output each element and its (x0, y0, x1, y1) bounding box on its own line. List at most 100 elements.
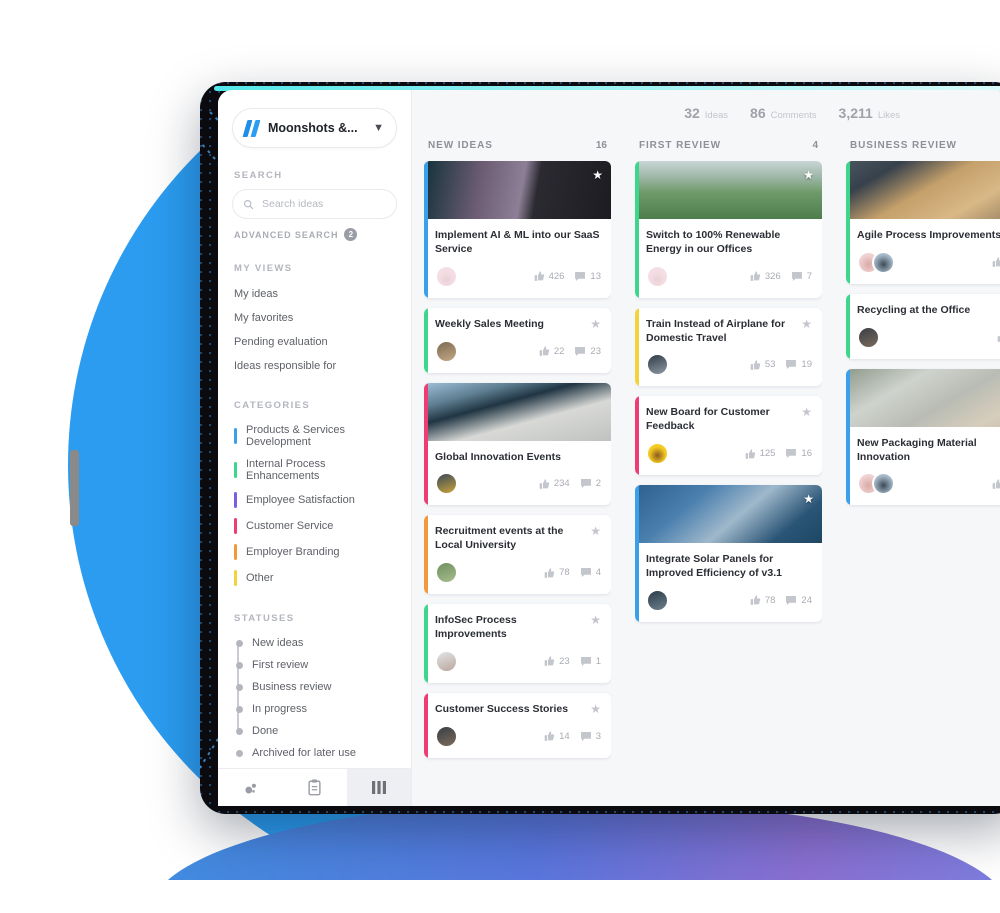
sidebar-item-my-ideas[interactable]: My ideas (232, 282, 397, 306)
search-icon (243, 199, 254, 209)
ideas-tab[interactable] (218, 769, 282, 806)
sidebar-item-my-favorites[interactable]: My favorites (232, 306, 397, 330)
thumbs-up-icon (539, 479, 549, 489)
avatar (646, 588, 669, 612)
favorite-star-icon[interactable]: ★ (590, 318, 601, 330)
card-title: Recycling at the Office (857, 303, 971, 316)
thumbs-up-icon (544, 656, 555, 667)
card-footer: 78 4 (424, 553, 611, 594)
favorite-star-icon[interactable]: ★ (590, 525, 601, 537)
sidebar-category-item[interactable]: Other (232, 565, 397, 591)
favorite-star-icon[interactable]: ★ (803, 492, 814, 506)
sidebar-category-item[interactable]: Employee Satisfaction (232, 487, 397, 513)
idea-card[interactable]: Recycling at the Office★ 32 (846, 293, 1000, 359)
card-title-row: New Board for Customer Feedback ★ (646, 406, 812, 434)
sidebar-item-pending-evaluation[interactable]: Pending evaluation (232, 330, 397, 354)
sidebar-status-item[interactable]: First review (234, 654, 397, 676)
idea-card[interactable]: Agile Process Improvements 122 (846, 161, 1000, 284)
idea-card[interactable]: Train Instead of Airplane for Domestic T… (635, 307, 822, 387)
card-metrics: 332 (991, 478, 1000, 490)
column-cards: ★ Switch to 100% Renewable Energy in our … (635, 161, 822, 806)
idea-card[interactable]: Weekly Sales Meeting ★ 22 23 (424, 307, 611, 373)
card-body: New Packaging Material Innovation (846, 427, 1000, 465)
category-label: Internal Process Enhancements (246, 458, 326, 482)
status-label: First review (252, 659, 309, 671)
avatar (435, 649, 458, 673)
search-input[interactable]: Search ideas (232, 189, 397, 219)
favorite-star-icon[interactable]: ★ (801, 406, 812, 418)
sidebar-category-item[interactable]: Employer Branding (232, 539, 397, 565)
avatar (646, 442, 669, 466)
favorite-star-icon[interactable]: ★ (592, 168, 603, 182)
card-footer: 78 24 (635, 581, 822, 622)
search-placeholder: Search ideas (262, 198, 324, 210)
card-title: Recruitment events at the Local Universi… (435, 525, 564, 552)
card-title-row: Integrate Solar Panels for Improved Effi… (646, 553, 812, 581)
tablet-side-button[interactable] (70, 450, 79, 526)
idea-card[interactable]: Customer Success Stories ★ 14 3 (424, 692, 611, 758)
statuses-section-label: STATUSES (234, 613, 295, 624)
card-footer: 125 16 (635, 434, 822, 475)
card-title: Switch to 100% Renewable Energy in our O… (646, 229, 781, 255)
card-body: Train Instead of Airplane for Domestic T… (635, 308, 822, 346)
app-screen: Moonshots &... ▼ SEARCH Search ideas ADV… (218, 90, 1000, 806)
sidebar-status-item[interactable]: In progress (234, 698, 397, 720)
card-body: Recruitment events at the Local Universi… (424, 515, 611, 553)
favorite-star-icon[interactable]: ★ (590, 614, 601, 626)
bottom-white-mask (0, 880, 1000, 913)
column-title: BUSINESS REVIEW (850, 140, 957, 151)
card-category-accent (424, 161, 428, 298)
idea-card[interactable]: New Board for Customer Feedback ★ 125 16 (635, 396, 822, 476)
idea-card[interactable]: Global Innovation Events 234 2 (424, 382, 611, 506)
sidebar-status-item[interactable]: Done (234, 720, 397, 742)
category-label: Employer Branding (246, 546, 340, 558)
advanced-search-toggle[interactable]: ADVANCED SEARCH 2 (234, 228, 397, 241)
idea-card[interactable]: ★ Switch to 100% Renewable Energy in our … (635, 161, 822, 298)
chevron-down-icon[interactable]: ▼ (373, 122, 384, 134)
idea-card[interactable]: InfoSec Process Improvements ★ 23 1 (424, 604, 611, 683)
comment-icon (580, 656, 591, 666)
status-dot-icon (236, 661, 243, 669)
card-category-accent (846, 293, 850, 359)
favorite-star-icon[interactable]: ★ (801, 318, 812, 330)
stat-label: Likes (877, 110, 900, 121)
sidebar-status-item[interactable]: Archived for later use (234, 742, 397, 764)
comment-icon (791, 271, 802, 281)
idea-card[interactable]: ★ Implement AI & ML into our SaaS Service… (424, 161, 611, 298)
comments-metric: 16 (785, 448, 812, 459)
board-selector[interactable]: Moonshots &... ▼ (232, 108, 397, 148)
status-dot-icon (236, 705, 243, 713)
card-body: Global Innovation Events (424, 441, 611, 465)
favorite-star-icon[interactable]: ★ (590, 703, 601, 715)
tasks-tab[interactable] (282, 769, 346, 806)
thumbs-up-icon (750, 271, 760, 282)
board-column: NEW IDEAS 16 ★ Implement AI & ML into our S… (412, 136, 623, 806)
board-tab[interactable] (346, 769, 411, 806)
sidebar-category-item[interactable]: Products & Services Development (232, 419, 397, 453)
sidebar-status-item[interactable]: Business review (234, 676, 397, 698)
thumbs-up-icon (750, 595, 760, 606)
card-title-row: Recycling at the Office★ (857, 304, 1000, 318)
comments-metric: 4 (580, 567, 601, 578)
category-color-bar (234, 462, 237, 478)
sidebar-category-item[interactable]: Internal Process Enhancements (232, 453, 397, 487)
thumbs-up-icon (750, 360, 760, 370)
card-footer: 32 (846, 318, 1000, 359)
sidebar-category-item[interactable]: Customer Service (232, 513, 397, 539)
card-avatars (435, 724, 458, 748)
sidebar-status-item[interactable]: New ideas (234, 632, 397, 654)
card-title: Weekly Sales Meeting (435, 317, 544, 330)
favorite-star-icon[interactable]: ★ (803, 168, 814, 182)
clipboard-icon (308, 779, 321, 796)
status-dot-icon (236, 749, 243, 757)
idea-card[interactable]: Recruitment events at the Local Universi… (424, 515, 611, 595)
idea-card[interactable]: ★ Integrate Solar Panels for Improved Eff… (635, 485, 822, 622)
idea-card[interactable]: New Packaging Material Innovation 332 (846, 368, 1000, 506)
comments-metric: 23 (574, 346, 601, 357)
card-body: InfoSec Process Improvements ★ (424, 604, 611, 642)
sidebar-content: Moonshots &... ▼ SEARCH Search ideas ADV… (218, 90, 411, 768)
sidebar-item-ideas-responsible-for[interactable]: Ideas responsible for (232, 354, 397, 378)
card-avatars (646, 588, 669, 612)
likes-metric: 32 (996, 331, 1000, 343)
board-column: FIRST REVIEW 4 ★ Switch to 100% Renewable E… (623, 136, 834, 806)
